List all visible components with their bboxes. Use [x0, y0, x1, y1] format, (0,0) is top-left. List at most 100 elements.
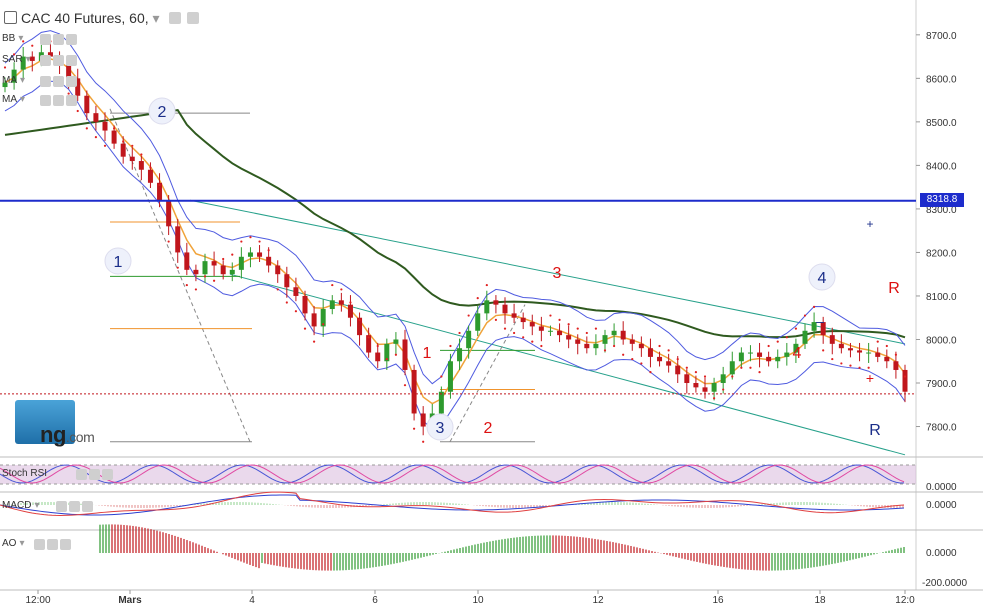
sar-dot	[122, 140, 125, 143]
indicator-stoch-rsi-label: Stoch RSI	[2, 468, 48, 479]
eye-icon[interactable]	[56, 501, 67, 512]
candle-body	[611, 330, 617, 336]
wave-label: R	[888, 280, 900, 297]
sar-dot	[649, 371, 652, 374]
sar-dot	[312, 340, 316, 343]
gear-icon[interactable]	[53, 34, 64, 45]
sar-dot	[376, 344, 379, 348]
panel-toggle-icon[interactable]	[4, 11, 17, 24]
wave-label: 3	[553, 265, 562, 282]
candle-body	[647, 348, 653, 357]
indicator-ma2[interactable]: MA ▾	[2, 94, 25, 105]
candle-body	[884, 356, 890, 362]
candle-body	[284, 274, 290, 288]
indicator-bb[interactable]: BB ▾	[2, 33, 23, 44]
chevron-down-icon[interactable]: ▾	[18, 33, 23, 44]
indicator-ao-controls[interactable]	[34, 539, 71, 550]
candle-body	[247, 252, 253, 257]
gear-icon[interactable]	[53, 55, 64, 66]
sar-dot	[449, 344, 452, 348]
sar-dot	[903, 375, 907, 378]
candle-body	[866, 352, 872, 354]
indicator-ma1-controls[interactable]	[40, 76, 77, 87]
gear-icon[interactable]	[53, 95, 64, 106]
sar-dot	[276, 288, 279, 291]
close-icon[interactable]	[66, 95, 77, 106]
indicator-stoch-rsi[interactable]: Stoch RSI	[2, 468, 47, 479]
chevron-down-icon[interactable]: ▾	[34, 500, 39, 511]
candle-body	[147, 169, 153, 183]
indicator-sar-controls[interactable]	[40, 55, 77, 66]
candle-body	[175, 226, 181, 253]
y-tick-label: 7800.0	[926, 423, 957, 434]
candle-body	[275, 265, 281, 275]
sar-dot	[603, 349, 607, 352]
candle-body	[902, 369, 908, 392]
candle-body	[666, 361, 672, 366]
sar-dot	[512, 331, 516, 335]
close-icon[interactable]	[66, 55, 77, 66]
chevron-down-icon[interactable]: ▾	[26, 54, 31, 65]
sar-dot	[812, 305, 816, 308]
close-icon[interactable]	[82, 501, 93, 512]
indicator-sar[interactable]: SAR ▾	[2, 54, 31, 65]
candle-body	[502, 304, 508, 314]
candle-body	[675, 365, 681, 375]
gear-icon[interactable]	[47, 539, 58, 550]
candle-body	[338, 300, 344, 305]
candle-body	[129, 156, 135, 162]
eye-icon[interactable]	[40, 55, 51, 66]
candle-body	[575, 339, 581, 344]
eye-icon[interactable]	[34, 539, 45, 550]
indicator-bb-controls[interactable]	[40, 34, 77, 45]
candle-body	[747, 352, 753, 354]
eye-icon[interactable]	[40, 95, 51, 106]
eye-icon[interactable]	[40, 76, 51, 87]
y-tick-label: 8700.0	[926, 31, 957, 42]
candle-body	[702, 387, 708, 392]
indicator-ma2-controls[interactable]	[40, 95, 77, 106]
y-tick-label: 7900.0	[926, 379, 957, 390]
chevron-down-icon[interactable]: ▾	[20, 75, 25, 86]
sar-dot	[622, 353, 625, 356]
sar-dot	[403, 384, 407, 387]
candle-body	[784, 352, 790, 357]
gear-icon[interactable]	[69, 501, 80, 512]
gear-icon[interactable]	[89, 469, 100, 480]
eye-icon[interactable]	[76, 469, 87, 480]
sar-dot	[149, 166, 152, 169]
title-settings-icon[interactable]	[169, 12, 182, 24]
candle-body	[311, 313, 317, 327]
title-chevron-icon[interactable]: ▾	[153, 10, 160, 26]
close-icon[interactable]	[66, 34, 77, 45]
eye-icon[interactable]	[40, 34, 51, 45]
candle-body	[711, 383, 717, 392]
indicator-macd-controls[interactable]	[56, 501, 93, 512]
sar-dot	[531, 340, 534, 343]
stoch-y-tick-label: 0.0000	[926, 482, 957, 493]
chevron-down-icon[interactable]: ▾	[19, 538, 24, 549]
candle-body	[411, 369, 417, 414]
indicator-ma1[interactable]: MA ▾	[2, 75, 25, 86]
chevron-down-icon[interactable]: ▾	[20, 94, 25, 105]
close-icon[interactable]	[66, 76, 77, 87]
indicator-ao[interactable]: AO ▾	[2, 538, 24, 549]
x-tick-label: 12	[592, 595, 604, 606]
sar-dot	[440, 375, 443, 378]
sar-dot	[203, 275, 207, 278]
indicator-macd[interactable]: MACD ▾	[2, 500, 39, 511]
gear-icon[interactable]	[53, 76, 64, 87]
candle-body	[693, 383, 699, 388]
close-icon[interactable]	[102, 469, 113, 480]
sar-dot	[212, 279, 216, 282]
sar-dot	[712, 397, 716, 400]
sar-dot	[885, 344, 888, 348]
candle-body	[775, 356, 781, 362]
sar-dot	[867, 366, 870, 369]
indicator-stoch-controls[interactable]	[76, 469, 113, 480]
candle-body	[802, 330, 808, 344]
wave-label: 4	[793, 345, 802, 362]
title-gear-icon[interactable]	[187, 12, 200, 24]
macd-y-tick-label: 0.0000	[926, 500, 957, 511]
close-icon[interactable]	[60, 539, 71, 550]
